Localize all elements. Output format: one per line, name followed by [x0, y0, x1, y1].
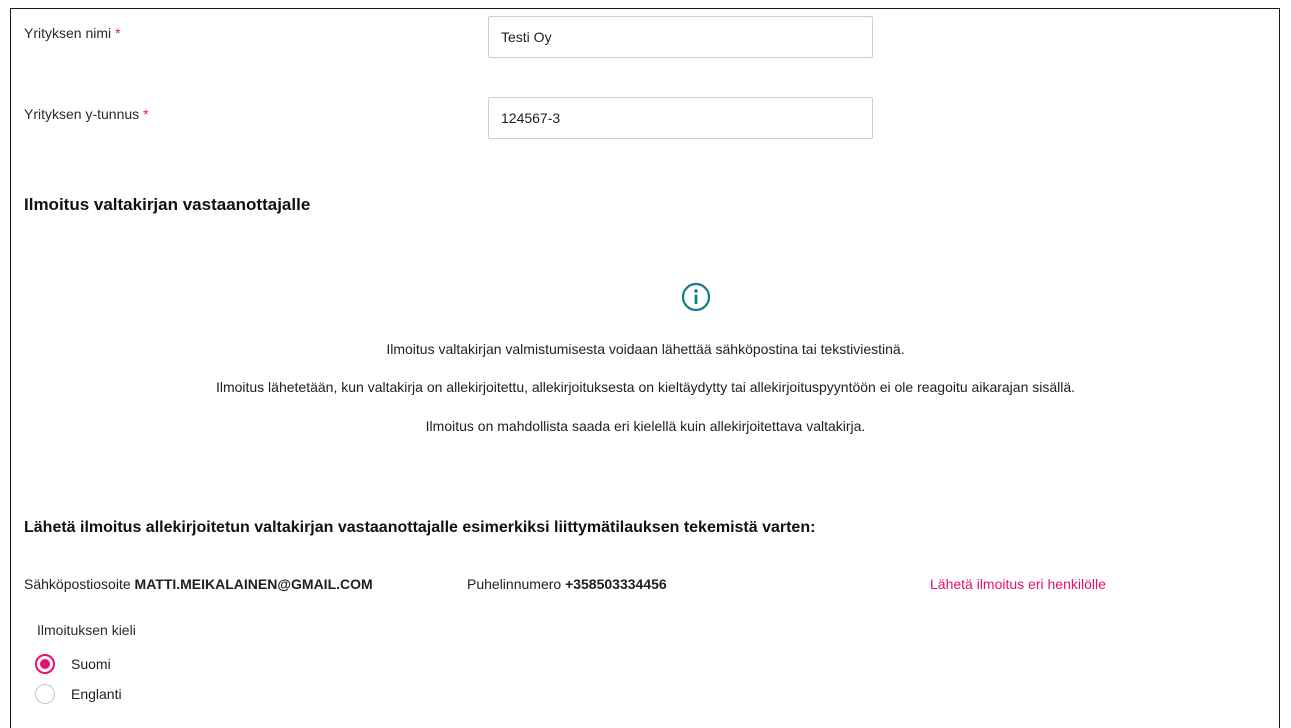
phone-label: Puhelinnumero: [467, 576, 562, 592]
email-row: Sähköpostiosoite MATTI.MEIKALAINEN@GMAIL…: [24, 576, 373, 592]
notice-line-3: Ilmoitus on mahdollista saada eri kielel…: [425, 418, 866, 434]
language-option-label: Englanti: [71, 686, 122, 702]
phone-value: +358503334456: [565, 576, 667, 592]
notice-section-heading: Ilmoitus valtakirjan vastaanottajalle: [24, 195, 311, 214]
company-name-input[interactable]: [488, 16, 873, 58]
recipient-heading: Lähetä ilmoitus allekirjoitetun valtakir…: [24, 519, 816, 536]
language-option-suomi[interactable]: Suomi: [35, 654, 111, 674]
email-label: Sähköpostiosoite: [24, 576, 131, 592]
language-option-label: Suomi: [71, 656, 111, 672]
send-to-other-person-link[interactable]: Lähetä ilmoitus eri henkilölle: [930, 576, 1106, 592]
phone-row: Puhelinnumero +358503334456: [467, 576, 667, 592]
info-icon: [681, 282, 711, 312]
notice-line-1: Ilmoitus valtakirjan valmistumisesta voi…: [386, 341, 905, 357]
notice-line-2: Ilmoitus lähetetään, kun valtakirja on a…: [215, 379, 1076, 395]
language-option-englanti[interactable]: Englanti: [35, 684, 122, 704]
company-name-label: Yrityksen nimi *: [24, 25, 121, 41]
email-value: MATTI.MEIKALAINEN@GMAIL.COM: [134, 576, 373, 592]
required-marker: *: [143, 106, 149, 122]
radio-checked-icon[interactable]: [35, 654, 55, 674]
business-id-label-text: Yrityksen y-tunnus: [24, 106, 140, 122]
language-label: Ilmoituksen kieli: [37, 622, 136, 638]
business-id-label: Yrityksen y-tunnus *: [24, 106, 149, 122]
required-marker: *: [115, 25, 121, 41]
radio-unchecked-icon[interactable]: [35, 684, 55, 704]
company-name-label-text: Yrityksen nimi: [24, 25, 112, 41]
business-id-input[interactable]: [488, 97, 873, 139]
